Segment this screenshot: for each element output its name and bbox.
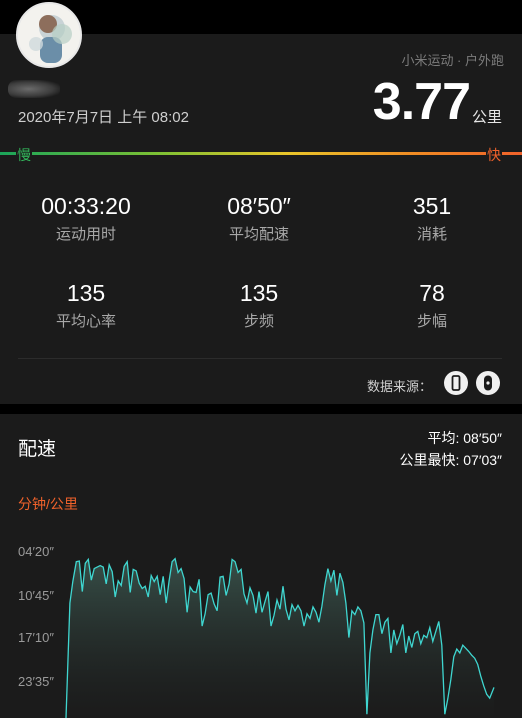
stat-avg-heart-rate: 135 平均心率 — [6, 279, 166, 331]
stat-value: 00:33:20 — [41, 193, 131, 219]
stat-avg-pace: 08′50″ 平均配速 — [179, 192, 339, 244]
stat-label: 平均配速 — [228, 226, 289, 243]
stat-label: 步频 — [243, 313, 274, 330]
user-avatar[interactable] — [16, 2, 82, 68]
stat-value: 135 — [239, 280, 279, 306]
phone-icon[interactable] — [444, 371, 468, 395]
avatar-image — [18, 4, 80, 66]
pace-chart — [65, 557, 495, 718]
pace-area-fill — [66, 558, 494, 718]
stat-duration: 00:33:20 运动用时 — [6, 192, 166, 244]
distance-unit: 公里 — [471, 109, 502, 126]
fast-label: 快 — [486, 145, 502, 165]
stat-calories: 351 消耗 — [352, 192, 512, 244]
workout-datetime: 2020年7月7日 上午 08:02 — [18, 109, 189, 126]
stat-label: 平均心率 — [55, 313, 116, 330]
stat-value: 78 — [419, 280, 445, 306]
stat-stride: 78 步幅 — [352, 279, 512, 331]
stat-value: 08′50″ — [227, 193, 291, 219]
stat-value: 351 — [412, 193, 452, 219]
stat-label: 步幅 — [416, 313, 447, 330]
stat-label: 运动用时 — [55, 226, 116, 243]
stat-value: 135 — [66, 280, 106, 306]
workout-source: 小米运动 · 户外跑 — [401, 53, 504, 68]
divider — [18, 358, 502, 359]
stat-label: 消耗 — [416, 226, 447, 243]
distance-value: 3.77 — [372, 73, 471, 131]
slow-label: 慢 — [16, 145, 32, 165]
mi-band-icon[interactable] — [476, 371, 500, 395]
data-source-label: 数据来源： — [366, 379, 432, 394]
username-blurred — [8, 80, 60, 98]
pace-gradient-bar — [0, 152, 522, 155]
chart-plot-area — [65, 557, 495, 718]
stat-cadence: 135 步频 — [179, 279, 339, 331]
